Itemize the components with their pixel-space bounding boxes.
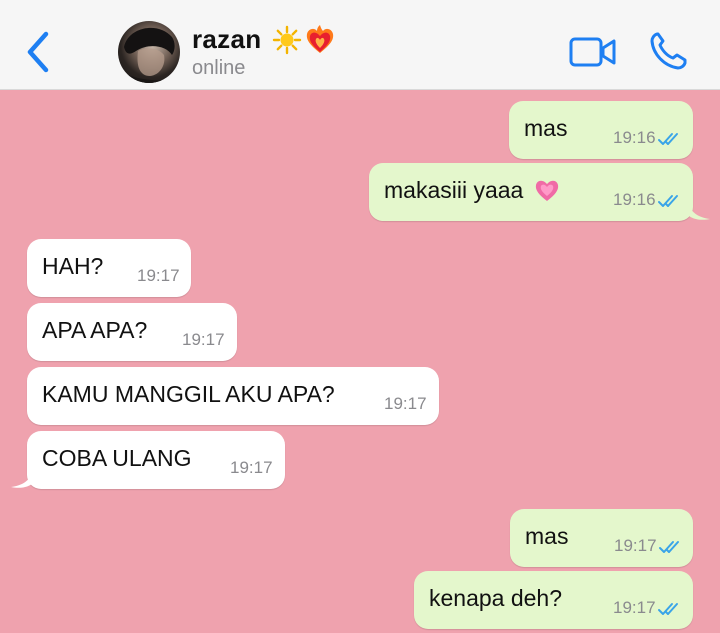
- message-list[interactable]: mas 19:16 makasiii yaaa 19:16 HAH? 19:17: [0, 91, 720, 633]
- message-time: 19:17: [384, 394, 427, 413]
- message-time: 19:17: [614, 536, 657, 555]
- message-bubble-incoming[interactable]: APA APA? 19:17: [27, 303, 237, 361]
- message-bubble-outgoing[interactable]: mas 19:16: [509, 101, 693, 159]
- message-text: COBA ULANG: [42, 445, 192, 471]
- chat-header: razan online: [0, 0, 720, 90]
- message-text: kenapa deh?: [429, 585, 563, 611]
- bubble-tail: [688, 201, 710, 220]
- message-text: mas: [525, 523, 569, 549]
- message-bubble-incoming[interactable]: COBA ULANG 19:17: [27, 431, 285, 489]
- contact-name[interactable]: razan: [192, 24, 261, 55]
- message-time: 19:17: [613, 598, 656, 617]
- double-check-icon: [658, 603, 678, 615]
- back-button[interactable]: [22, 30, 56, 74]
- message-time: 19:16: [613, 128, 656, 147]
- message-text-content: makasiii yaaa: [384, 177, 524, 203]
- bubble-tail: [11, 469, 33, 488]
- message-time: 19:17: [182, 330, 225, 349]
- message-bubble-incoming[interactable]: HAH? 19:17: [27, 239, 191, 297]
- video-camera-icon: [569, 37, 616, 67]
- voice-call-button[interactable]: [648, 30, 688, 72]
- message-bubble-outgoing[interactable]: mas 19:17: [510, 509, 693, 567]
- message-text: makasiii yaaa: [384, 177, 560, 204]
- sun-emoji-icon: [272, 25, 302, 55]
- message-time: 19:16: [613, 190, 656, 209]
- avatar[interactable]: [118, 21, 180, 83]
- contact-status: online: [192, 57, 246, 79]
- message-bubble-outgoing[interactable]: kenapa deh? 19:17: [414, 571, 693, 629]
- double-check-icon: [659, 541, 679, 553]
- heart-emoji-icon: [535, 180, 558, 201]
- name-emojis: [272, 24, 336, 56]
- heart-on-fire-emoji-icon: [306, 25, 334, 53]
- message-text: mas: [524, 115, 568, 141]
- message-time: 19:17: [137, 266, 180, 285]
- message-text: HAH?: [42, 253, 104, 279]
- message-time: 19:17: [230, 458, 273, 477]
- message-bubble-incoming[interactable]: KAMU MANGGIL AKU APA? 19:17: [27, 367, 439, 425]
- message-bubble-outgoing[interactable]: makasiii yaaa 19:16: [369, 163, 693, 221]
- chevron-left-icon: [27, 31, 49, 73]
- double-check-icon: [658, 133, 678, 145]
- video-call-button[interactable]: [568, 34, 618, 70]
- message-text: APA APA?: [42, 317, 148, 343]
- message-text: KAMU MANGGIL AKU APA?: [42, 381, 335, 407]
- double-check-icon: [658, 195, 678, 207]
- phone-icon: [650, 32, 687, 70]
